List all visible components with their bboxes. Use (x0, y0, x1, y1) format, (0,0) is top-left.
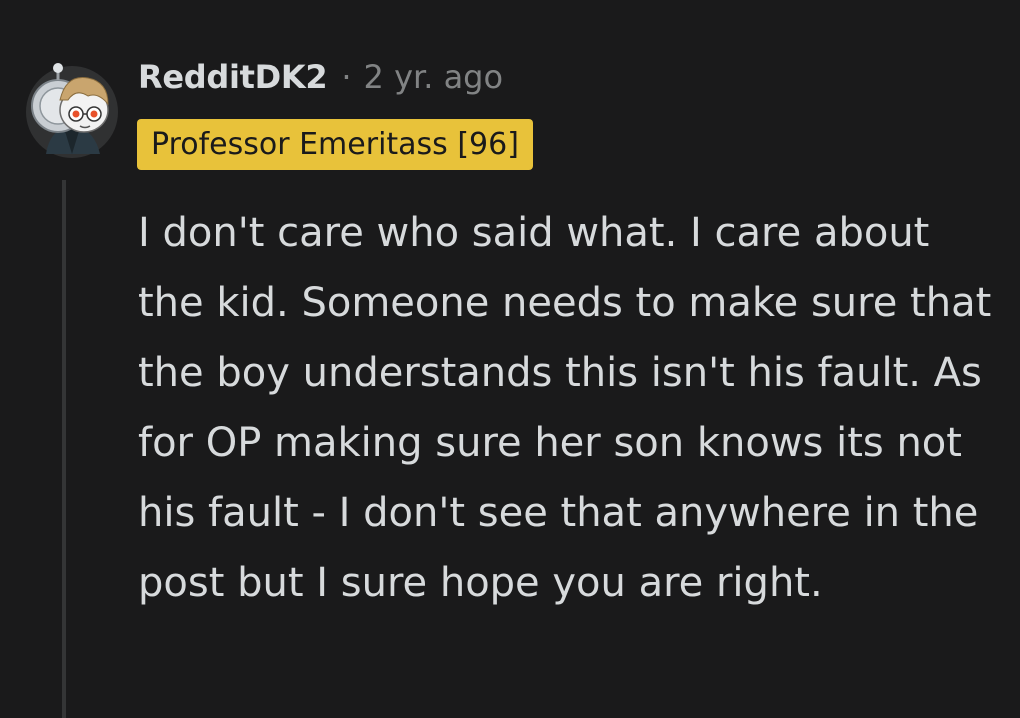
comment-body: I don't care who said what. I care about… (138, 210, 992, 606)
comment-timestamp[interactable]: 2 yr. ago (364, 58, 504, 96)
avatar[interactable] (10, 30, 122, 160)
comment-meta: RedditDK2 · 2 yr. ago (138, 54, 503, 100)
meta-separator: · (341, 58, 352, 96)
thread-line[interactable] (62, 180, 66, 718)
avatar-icon (26, 63, 118, 158)
author-name[interactable]: RedditDK2 (138, 58, 328, 96)
user-flair: Professor Emeritass [96] (137, 119, 533, 170)
